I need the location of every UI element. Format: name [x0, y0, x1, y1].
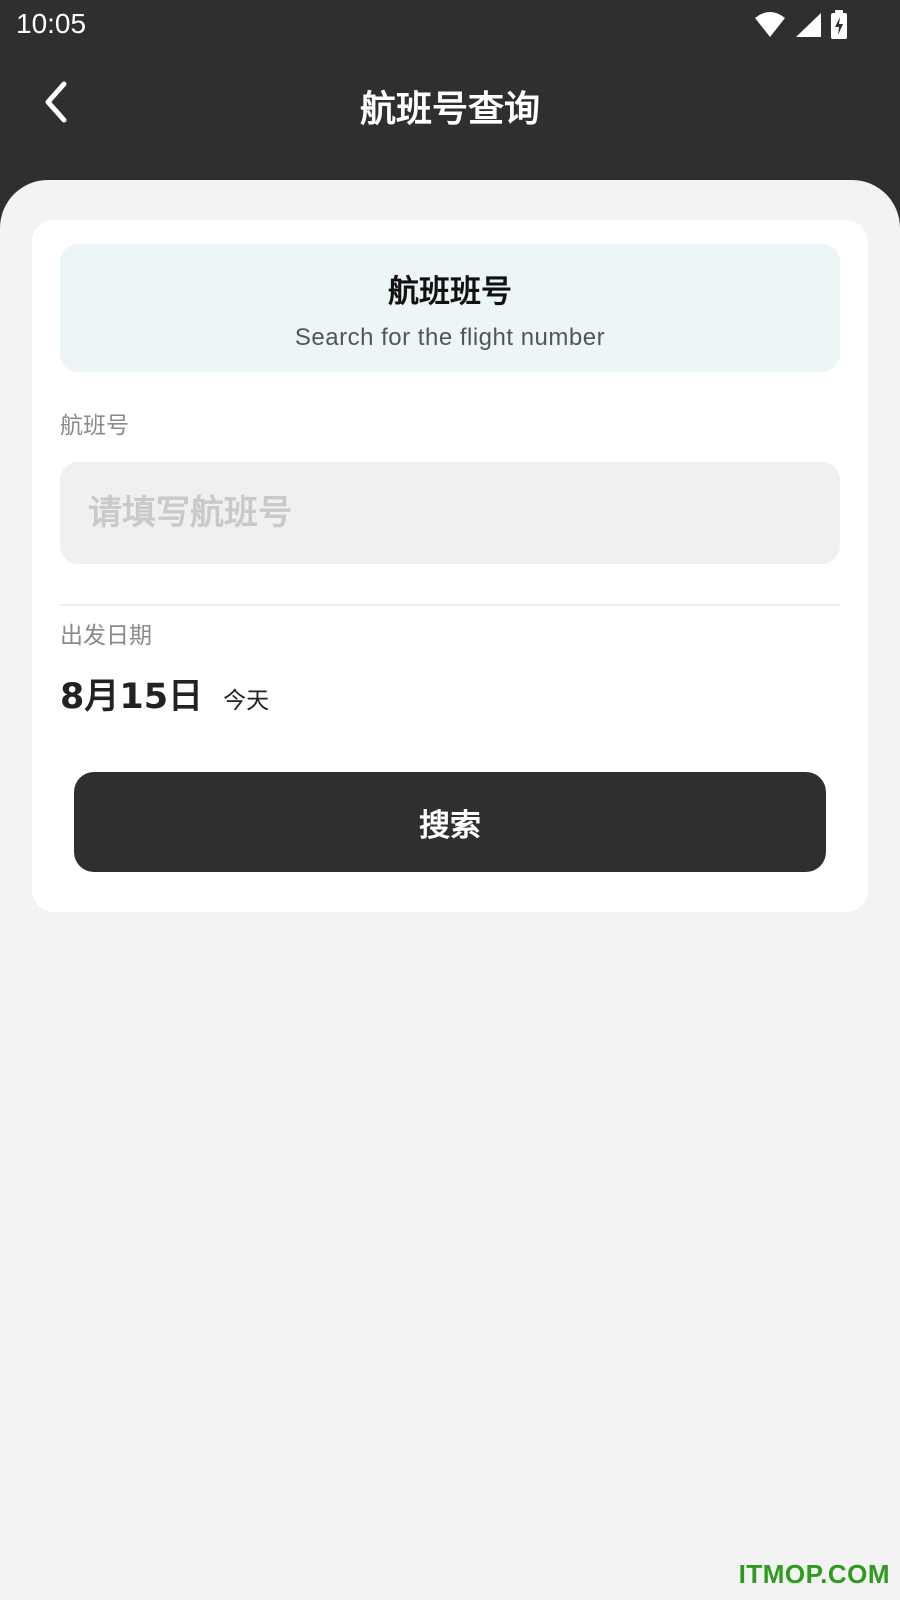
banner-title: 航班班号	[388, 274, 512, 310]
flight-number-label: 航班号	[60, 413, 129, 439]
departure-date-picker[interactable]: 8月15日 今天	[60, 668, 269, 718]
banner-subtitle: Search for the flight number	[294, 324, 606, 351]
wifi-icon	[755, 12, 785, 37]
status-bar: 10:05	[0, 0, 900, 50]
status-icons	[754, 10, 848, 40]
watermark: ITMOP.COM	[738, 1559, 890, 1589]
cellular-signal-icon	[796, 13, 821, 37]
search-button[interactable]: 搜索	[74, 772, 826, 872]
info-banner: 航班班号 Search for the flight number	[60, 244, 840, 372]
app-bar: 航班号查询	[0, 60, 900, 150]
page-title: 航班号查询	[359, 89, 540, 130]
departure-date-label: 出发日期	[60, 623, 152, 649]
status-time: 10:05	[16, 8, 87, 39]
battery-charging-icon	[831, 10, 847, 39]
flight-number-input[interactable]	[60, 462, 840, 564]
search-card: 航班班号 Search for the flight number 航班号 出发…	[32, 220, 868, 912]
departure-date-note: 今天	[223, 688, 270, 714]
departure-date-value: 8月15日	[60, 677, 204, 717]
divider	[60, 604, 840, 606]
